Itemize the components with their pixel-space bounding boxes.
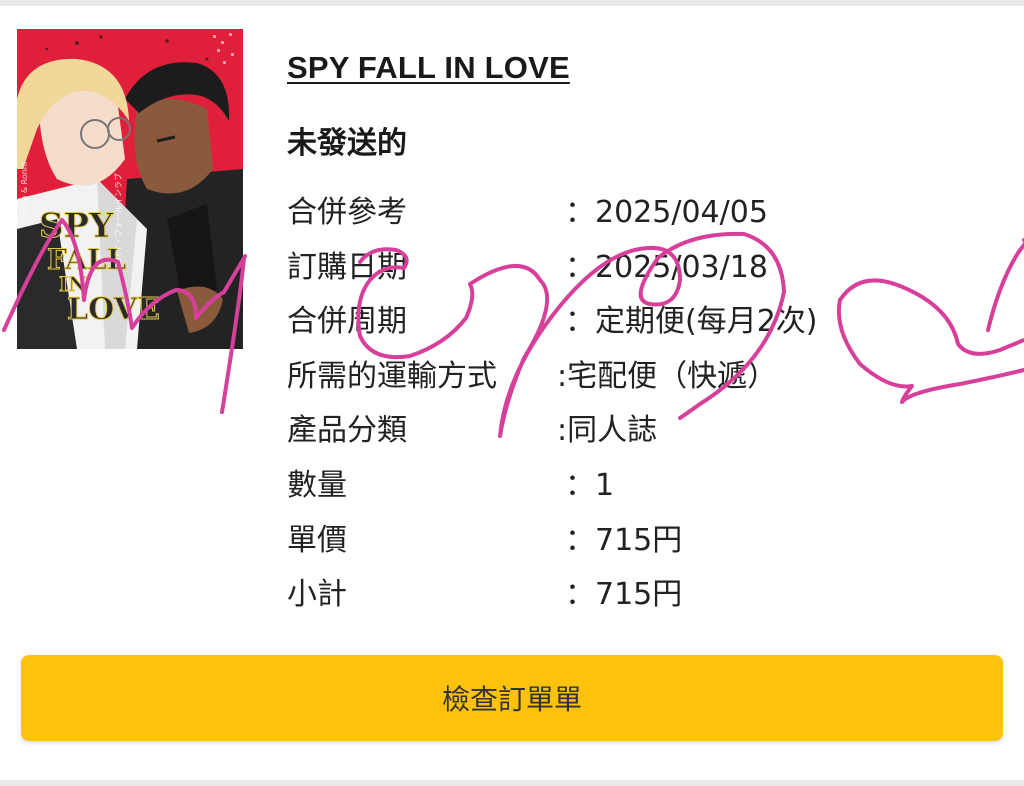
product-cover-image[interactable]: SPY FALL IN LOVE Smith & Ronni スパイ・フォールイ… [17, 29, 243, 349]
detail-row-order-date: 訂購日期 ：2025/03/18 [287, 241, 987, 296]
detail-row-subtotal: 小計 ：715円 [287, 568, 987, 623]
detail-row-quantity: 數量 ：1 [287, 459, 987, 514]
detail-label: 數量 [287, 467, 347, 503]
detail-value: ：2025/03/18 [565, 249, 768, 285]
svg-text:LOVE: LOVE [67, 292, 160, 327]
detail-value: ：1 [565, 467, 615, 503]
product-title-link[interactable]: SPY FALL IN LOVE [287, 50, 570, 86]
detail-label: 訂購日期 [287, 249, 407, 285]
detail-value: ：2025/04/05 [565, 195, 768, 230]
detail-row-merge-cycle: 合併周期 ：定期便(每月2次) [287, 295, 987, 350]
detail-value: ：715円 [565, 577, 683, 613]
detail-value: ：定期便(每月2次) [565, 304, 818, 340]
order-status: 未發送的 [287, 126, 407, 161]
detail-value: ：715円 [565, 522, 683, 558]
svg-text:スパイ・フォールインラブ: スパイ・フォールインラブ [113, 173, 123, 269]
detail-row-product-category: 產品分類 :同人誌 [287, 404, 987, 459]
detail-row-merge-reference: 合併參考 ：2025/04/05 [287, 186, 987, 241]
detail-label: 單價 [287, 522, 347, 558]
detail-label: 產品分類 [287, 413, 407, 449]
svg-text:Smith & Ronni: Smith & Ronni [20, 162, 29, 219]
cover-illustration: SPY FALL IN LOVE Smith & Ronni スパイ・フォールイ… [17, 29, 243, 349]
detail-label: 所需的運輸方式 [287, 358, 497, 394]
detail-value: :宅配便（快遞） [557, 358, 778, 394]
order-details-list: 合併參考 ：2025/04/05 訂購日期 ：2025/03/18 合併周期 ：… [287, 186, 987, 623]
detail-row-unit-price: 單價 ：715円 [287, 514, 987, 569]
check-order-button[interactable]: 檢查訂單單 [21, 655, 1003, 741]
order-item-card: SPY FALL IN LOVE Smith & Ronni スパイ・フォールイ… [0, 6, 1024, 780]
detail-label: 合併周期 [287, 304, 407, 340]
detail-row-shipping-method: 所需的運輸方式 :宅配便（快遞） [287, 350, 987, 405]
cover-title-text: SPY [39, 206, 114, 246]
detail-value: :同人誌 [557, 413, 658, 449]
detail-label: 合併參考 [287, 195, 407, 230]
detail-label: 小計 [287, 577, 347, 613]
